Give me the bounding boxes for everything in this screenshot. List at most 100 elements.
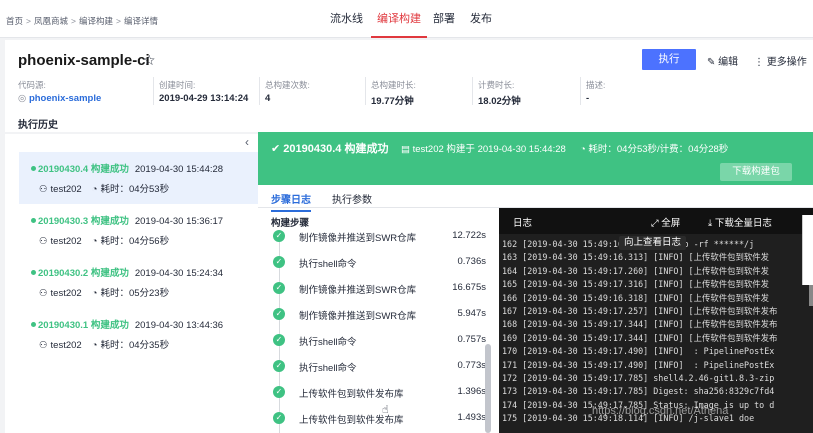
- download-log-button[interactable]: ⤓ 下载全量日志: [708, 215, 772, 229]
- step-duration: 1.493s: [457, 412, 486, 423]
- build-status: ✔ 20190430.4 构建成功: [271, 140, 388, 156]
- more-label: 更多操作: [766, 57, 807, 68]
- history-item-user: test202: [50, 184, 82, 195]
- tab-history[interactable]: 执行历史: [18, 116, 58, 137]
- pencil-icon: ✎: [707, 57, 716, 68]
- page-title: phoenix-sample-ci: [18, 52, 150, 69]
- run-button[interactable]: 执行: [642, 49, 696, 70]
- step-item[interactable]: ✓ 执行shell命令 0.736s: [258, 251, 498, 277]
- meta-label-created: 创建时间:: [159, 80, 196, 90]
- build-steps: ✓ 制作镜像并推送到SWR仓库 12.722s ✓ 执行shell命令 0.736s ✓…: [258, 230, 499, 433]
- more-actions-button[interactable]: ⋮ 更多操作: [754, 53, 807, 68]
- edit-label: 编辑: [718, 57, 739, 68]
- meta-label-source: 代码源:: [18, 80, 46, 90]
- nav-pipeline[interactable]: 流水线: [330, 0, 363, 38]
- log-panel: 日志 ⤢ 全屏 ⤓ 下载全量日志 向上查看日志 162 [2019-04-30 …: [499, 208, 813, 433]
- steps-scrollbar[interactable]: [485, 344, 491, 433]
- history-item[interactable]: 20190430.2 构建成功 2019-04-30 15:24:34 ⚇ test…: [19, 256, 258, 308]
- log-lines: 162 [2019-04-30 15:49:16.299] /bin/cp -r…: [502, 238, 813, 425]
- log-line: 172 [2019-04-30 15:49:17.785] shell4.2.4…: [502, 372, 775, 383]
- detail-tabs: 步骤日志 执行参数: [258, 185, 813, 212]
- check-icon: ✓: [273, 360, 285, 372]
- meta-value-source: phoenix-sample: [28, 93, 102, 104]
- star-icon[interactable]: ☆: [143, 52, 156, 69]
- breadcrumb-project[interactable]: 凤凰商城: [34, 16, 68, 26]
- history-item-name: 20190430.2 构建成功: [38, 268, 129, 279]
- meta-divider: [365, 77, 366, 105]
- history-item-date: 2019-04-30 15:36:17: [134, 216, 224, 227]
- step-duration: 1.396s: [457, 386, 486, 397]
- step-item[interactable]: ✓ 制作镜像并推送到SWR仓库 5.947s: [258, 303, 498, 329]
- build-builder: ▤ test202 构建于 2019-04-30 15:44:28: [401, 141, 566, 155]
- meta-source-link[interactable]: ◎ phoenix-sample: [18, 93, 101, 104]
- history-item-name: 20190430.4 构建成功: [38, 164, 129, 175]
- step-item[interactable]: ✓ 制作镜像并推送到SWR仓库 12.722s: [258, 230, 498, 251]
- nav-build[interactable]: 编译构建: [371, 0, 427, 38]
- clock-icon: ◔: [91, 340, 98, 351]
- check-icon: ✓: [273, 282, 285, 294]
- history-item[interactable]: 20190430.4 构建成功 2019-04-30 15:44:28 ⚇ test…: [19, 152, 258, 204]
- download-package-button[interactable]: 下载构建包: [720, 163, 792, 181]
- collapse-icon[interactable]: ‹: [245, 135, 249, 149]
- step-duration: 5.947s: [457, 308, 486, 319]
- meta-divider: [472, 77, 473, 105]
- step-item[interactable]: ✓ 上传软件包到软件发布库 1.396s: [258, 381, 498, 407]
- history-item-header: 20190430.2 构建成功 2019-04-30 15:24:34: [31, 265, 223, 279]
- step-item[interactable]: ✓ 制作镜像并推送到SWR仓库 16.675s: [258, 277, 498, 303]
- meta-value-build-count: 4: [265, 93, 271, 104]
- fullscreen-button[interactable]: ⤢ 全屏: [651, 215, 680, 229]
- check-circle-icon: ✔: [271, 143, 281, 155]
- side-toolbar[interactable]: [802, 215, 813, 285]
- log-line: 167 [2019-04-30 15:49:17.257] [INFO] [上传…: [502, 305, 778, 316]
- step-item[interactable]: ✓ 上传软件包到软件发布库 1.493s: [258, 407, 498, 433]
- breadcrumb-build[interactable]: 编译构建: [79, 16, 113, 26]
- breadcrumb-separator: >: [115, 16, 121, 26]
- tab-step-log[interactable]: 步骤日志: [271, 191, 311, 212]
- tab-parameters[interactable]: 执行参数: [332, 191, 372, 206]
- status-dot-icon: [31, 218, 36, 223]
- breadcrumb-home[interactable]: 首页: [6, 16, 23, 26]
- download-log-label: 下载全量日志: [714, 218, 772, 229]
- step-item[interactable]: ✓ 执行shell命令 0.773s: [258, 355, 498, 381]
- history-item[interactable]: 20190430.1 构建成功 2019-04-30 13:44:36 ⚇ test…: [19, 308, 258, 360]
- log-header: 日志 ⤢ 全屏 ⤓ 下载全量日志: [499, 208, 813, 234]
- history-item[interactable]: 20190430.3 构建成功 2019-04-30 15:36:17 ⚇ test…: [19, 204, 258, 256]
- user-icon: ⚇: [39, 288, 48, 299]
- nav-release[interactable]: 发布: [470, 0, 492, 38]
- log-line: 169 [2019-04-30 15:49:17.344] [INFO] [上传…: [502, 332, 778, 343]
- build-status-banner: ✔ 20190430.4 构建成功 ▤ test202 构建于 2019-04-…: [258, 132, 813, 185]
- meta-value-total-duration: 19.77分钟: [371, 96, 414, 107]
- steps-title: 构建步骤: [271, 218, 310, 229]
- document-icon: ▤: [401, 144, 410, 155]
- top-bar: 首页 > 凤凰商城 > 编译构建 > 编译详情 流水线 编译构建 部署 发布: [0, 0, 813, 38]
- log-line: 170 [2019-04-30 15:49:17.490] [INFO] : P…: [502, 346, 775, 357]
- meta-divider: [580, 77, 581, 105]
- breadcrumb-separator: >: [26, 16, 31, 26]
- log-line: 165 [2019-04-30 15:49:17.316] [INFO] [上传…: [502, 279, 769, 290]
- meta-label-description: 描述:: [586, 80, 606, 90]
- log-line: 171 [2019-04-30 15:49:17.490] [INFO] : P…: [502, 359, 775, 370]
- edit-button[interactable]: ✎ 编辑: [707, 53, 738, 68]
- status-dot-icon: [31, 270, 36, 275]
- meta-label-billing: 计费时长:: [478, 80, 515, 90]
- step-name: 制作镜像并推送到SWR仓库: [299, 285, 417, 296]
- clock-icon: ◔: [91, 236, 98, 247]
- step-name: 执行shell命令: [299, 259, 357, 270]
- clock-icon: ◔: [91, 288, 98, 299]
- breadcrumb-separator: >: [71, 16, 76, 26]
- step-item[interactable]: ✓ 执行shell命令 0.757s: [258, 329, 498, 355]
- step-duration: 12.722s: [452, 230, 486, 241]
- history-item-header: 20190430.3 构建成功 2019-04-30 15:36:17: [31, 213, 223, 227]
- user-icon: ⚇: [39, 236, 48, 247]
- user-icon: ⚇: [39, 184, 48, 195]
- nav-deploy[interactable]: 部署: [433, 0, 455, 38]
- history-item-user: test202: [50, 340, 82, 351]
- step-duration: 0.736s: [457, 256, 486, 267]
- scroll-up-hint[interactable]: 向上查看日志: [619, 236, 687, 250]
- meta-value-created: 2019-04-29 13:14:24: [159, 93, 249, 104]
- history-item-header: 20190430.4 构建成功 2019-04-30 15:44:28: [31, 161, 223, 175]
- download-icon: ⤓: [708, 218, 713, 229]
- history-item-duration: 耗时：05分23秒: [100, 288, 170, 299]
- step-duration: 0.773s: [457, 360, 486, 371]
- history-item-name: 20190430.1 构建成功: [38, 320, 129, 331]
